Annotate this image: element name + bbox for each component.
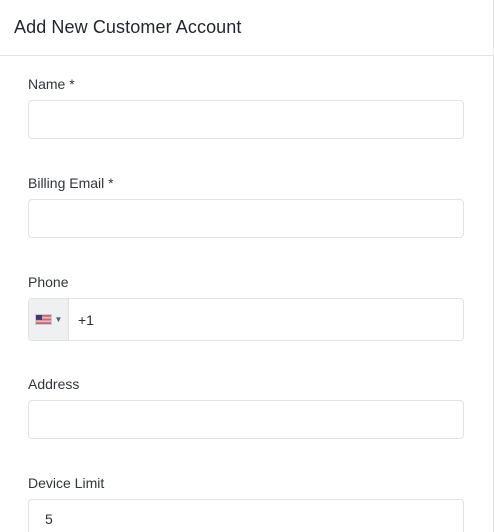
address-field-group: Address [28,374,464,439]
name-label: Name * [28,76,75,92]
add-customer-dialog: Add New Customer Account Name * Billing … [0,0,494,532]
billing-email-input[interactable] [28,199,464,238]
phone-field-group: Phone ▼ [28,272,464,341]
customer-form: Name * Billing Email * Phone ▼ +1 Addres… [0,56,493,532]
billing-email-field-group: Billing Email * [28,173,464,238]
phone-label: Phone [28,274,69,290]
address-input[interactable] [28,400,464,439]
dialog-title: Add New Customer Account [14,17,242,37]
device-limit-label: Device Limit [28,475,105,491]
us-flag-icon [34,314,52,325]
name-field-group: Name * [28,74,464,139]
billing-email-label: Billing Email * [28,175,114,191]
country-code-dropdown[interactable]: ▼ [29,299,69,340]
dialog-header: Add New Customer Account [0,0,493,56]
address-label: Address [28,376,80,392]
device-limit-field-group: Device Limit [28,473,464,532]
device-limit-input[interactable] [28,499,464,532]
phone-input[interactable] [69,299,463,340]
name-input[interactable] [28,100,464,139]
phone-input-group: ▼ [28,298,464,341]
caret-down-icon: ▼ [54,314,63,324]
